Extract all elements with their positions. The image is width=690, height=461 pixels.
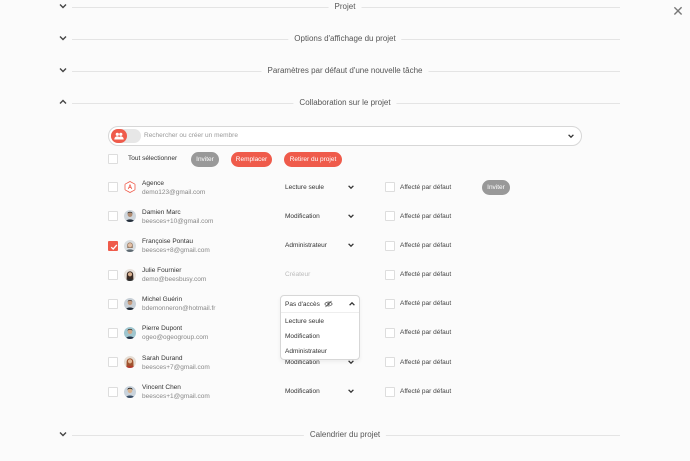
member-email: beesces+10@gmail.com <box>142 218 214 225</box>
member-checkbox[interactable] <box>108 270 118 280</box>
role-select[interactable]: Administrateur <box>285 242 327 249</box>
section-calendrier[interactable]: Calendrier du projet <box>0 428 690 442</box>
replace-button[interactable]: Remplacer <box>231 152 272 167</box>
chevron-down-icon <box>59 4 67 9</box>
chevron-down-icon[interactable] <box>347 387 355 395</box>
avatar <box>124 298 136 310</box>
select-all-checkbox[interactable] <box>108 154 118 164</box>
member-mode-toggle[interactable] <box>111 129 141 143</box>
section-title: Paramètres par défaut d'une nouvelle tâc… <box>261 64 429 78</box>
member-checkbox[interactable] <box>108 211 118 221</box>
chevron-down-icon[interactable] <box>567 132 575 140</box>
chevron-down-icon <box>59 432 67 437</box>
default-assign-checkbox[interactable] <box>385 387 395 397</box>
eye-off-icon <box>324 300 333 308</box>
default-assign-checkbox[interactable] <box>385 357 395 367</box>
chevron-down-icon <box>59 36 67 41</box>
default-assign-label: Affecté par défaut <box>400 359 452 366</box>
role-select[interactable]: Lecture seule <box>285 184 324 191</box>
default-assign-checkbox[interactable] <box>385 211 395 221</box>
default-assign-checkbox[interactable] <box>385 299 395 309</box>
member-name: Julie Fournier <box>142 267 182 274</box>
chevron-down-icon <box>59 68 67 73</box>
section-title: Calendrier du projet <box>303 428 387 442</box>
member-name: Vincent Chen <box>142 384 181 391</box>
chevron-up-icon <box>59 99 67 104</box>
member-email: bdemonneron@hotmail.fr <box>142 305 216 312</box>
section-title: Projet <box>328 0 362 14</box>
member-checkbox[interactable] <box>108 387 118 397</box>
member-name: Sarah Durand <box>142 355 183 362</box>
member-checkbox[interactable] <box>108 357 118 367</box>
member-name: Michel Guérin <box>142 296 183 303</box>
member-email: beesces+7@gmail.com <box>142 364 210 371</box>
member-email: demo123@gmail.com <box>142 189 206 196</box>
invite-button[interactable]: Inviter <box>191 152 219 167</box>
check-icon <box>110 244 118 251</box>
section-affichage[interactable]: Options d'affichage du projet <box>0 32 690 46</box>
member-name: Damien Marc <box>142 209 181 216</box>
chevron-down-icon[interactable] <box>347 241 355 249</box>
member-name: Agence <box>142 180 165 187</box>
default-assign-checkbox[interactable] <box>385 182 395 192</box>
section-title: Collaboration sur le projet <box>293 96 397 110</box>
role-select[interactable]: Modification <box>285 213 320 220</box>
member-email: ogeo@ogeogroup.com <box>142 334 209 341</box>
role-dropdown[interactable]: Pas d'accès Lecture seule Modification A… <box>280 295 360 360</box>
section-collaboration[interactable]: Collaboration sur le projet <box>0 96 690 110</box>
role-dropdown-selected[interactable]: Pas d'accès <box>281 296 359 313</box>
role-option-modification[interactable]: Modification <box>285 333 320 340</box>
team-icon <box>114 132 124 140</box>
remove-from-project-button[interactable]: Retirer du projet <box>284 152 342 167</box>
default-assign-label: Affecté par défaut <box>400 271 452 278</box>
default-assign-label: Affecté par défaut <box>400 213 452 220</box>
avatar <box>124 181 136 193</box>
section-title: Options d'affichage du projet <box>288 32 402 46</box>
member-checkbox[interactable] <box>108 299 118 309</box>
role-select[interactable]: Modification <box>285 359 320 366</box>
avatar <box>124 386 136 398</box>
default-assign-checkbox[interactable] <box>385 270 395 280</box>
member-email: beesces+8@gmail.com <box>142 247 210 254</box>
default-assign-label: Affecté par défaut <box>400 242 452 249</box>
default-assign-label: Affecté par défaut <box>400 184 452 191</box>
member-email: beesces+1@gmail.com <box>142 393 210 400</box>
chevron-up-icon[interactable] <box>348 300 356 308</box>
member-name: Françoise Pontau <box>142 238 193 245</box>
default-assign-label: Affecté par défaut <box>400 329 452 336</box>
avatar <box>124 210 136 222</box>
member-name: Pierre Dupont <box>142 325 183 332</box>
chevron-down-icon[interactable] <box>347 212 355 220</box>
default-assign-label: Affecté par défaut <box>400 388 452 395</box>
role-option-administrateur[interactable]: Administrateur <box>285 348 327 355</box>
select-all-label: Tout sélectionner <box>128 155 178 162</box>
section-projet[interactable]: Projet <box>0 0 690 14</box>
avatar <box>124 356 136 368</box>
avatar <box>124 240 136 252</box>
chevron-down-icon[interactable] <box>347 183 355 191</box>
default-assign-checkbox[interactable] <box>385 328 395 338</box>
avatar <box>124 269 136 281</box>
role-selected-label: Pas d'accès <box>285 301 320 308</box>
member-email: demo@beesbusy.com <box>142 276 207 283</box>
role-select[interactable]: Modification <box>285 388 320 395</box>
avatar <box>124 327 136 339</box>
default-assign-label: Affecté par défaut <box>400 300 452 307</box>
agency-logo-icon <box>124 181 136 193</box>
default-assign-checkbox[interactable] <box>385 241 395 251</box>
member-search[interactable]: Rechercher ou créer un membre <box>108 126 582 146</box>
role-creator: Créateur <box>285 271 311 278</box>
search-input[interactable]: Rechercher ou créer un membre <box>144 127 238 145</box>
member-checkbox[interactable] <box>108 182 118 192</box>
member-invite-button[interactable]: Inviter <box>482 180 510 195</box>
role-option-lecture-seule[interactable]: Lecture seule <box>285 318 324 325</box>
member-checkbox[interactable] <box>108 328 118 338</box>
member-checkbox[interactable] <box>108 241 118 251</box>
section-parametres[interactable]: Paramètres par défaut d'une nouvelle tâc… <box>0 64 690 78</box>
